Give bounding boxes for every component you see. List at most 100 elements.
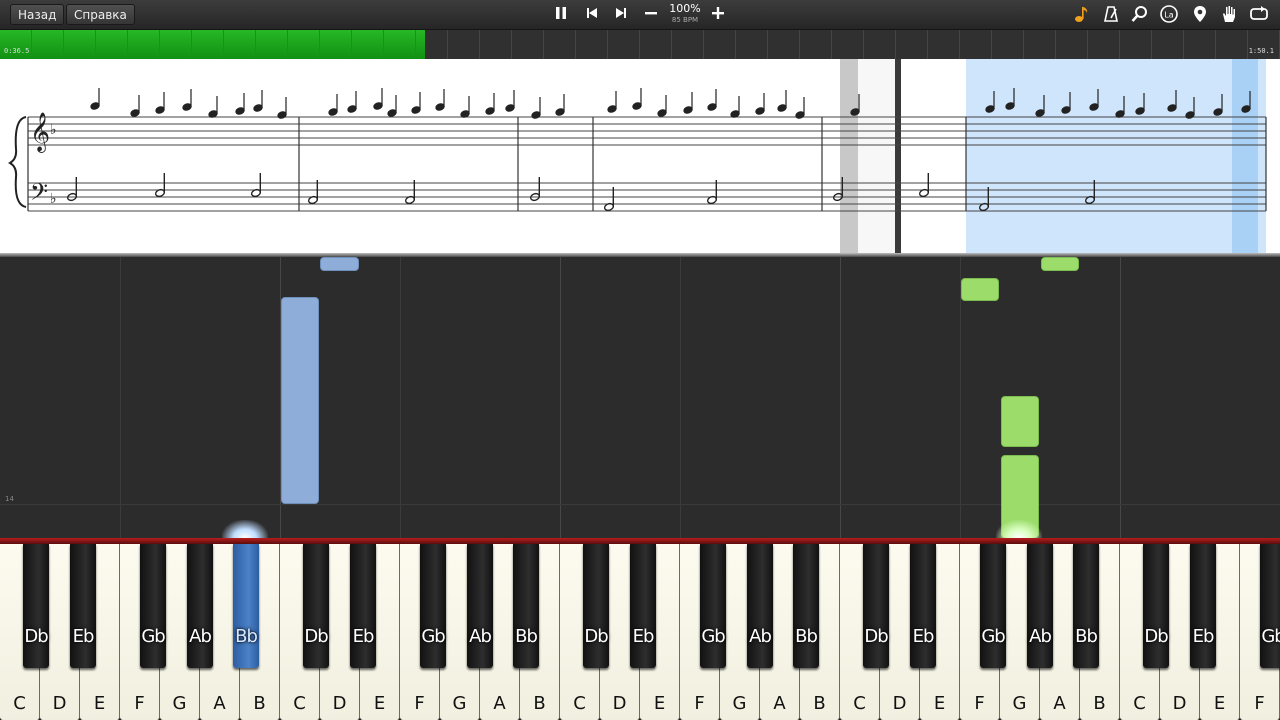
note-bar-right-hand — [1001, 396, 1039, 447]
pause-icon[interactable] — [551, 5, 571, 25]
magnifier-icon[interactable] — [1130, 5, 1150, 25]
key-label: Db — [1144, 626, 1168, 647]
key-label: B — [253, 693, 266, 714]
zoom-in-icon[interactable] — [708, 5, 728, 25]
piano-key-bb[interactable]: Bb — [233, 544, 259, 668]
song-progress-bar[interactable]: 0:36.5 1:50.1 — [0, 30, 1280, 59]
piano-key-db[interactable]: Db — [1143, 544, 1169, 668]
key-hit-sparkle — [996, 520, 1042, 538]
piano-key-bb[interactable]: Bb — [1073, 544, 1099, 668]
piano-key-ab[interactable]: Ab — [1027, 544, 1053, 668]
zoom-out-icon[interactable] — [641, 5, 661, 25]
note-bar-left-hand — [320, 257, 359, 271]
piano-key-gb[interactable]: Gb — [980, 544, 1006, 668]
key-label: Db — [864, 626, 888, 647]
key-label: G — [452, 693, 467, 714]
skip-forward-icon[interactable] — [611, 5, 631, 25]
key-label: D — [332, 693, 347, 714]
svg-text:♭: ♭ — [50, 191, 57, 207]
key-label: Eb — [352, 626, 375, 647]
piano-key-eb[interactable]: Eb — [630, 544, 656, 668]
key-label: Ab — [749, 626, 772, 647]
piano-key-eb[interactable]: Eb — [70, 544, 96, 668]
top-toolbar: Назад Справка 100% 85 BPM La — [0, 0, 1280, 30]
zoom-value: 100% — [669, 2, 701, 15]
key-label: Bb — [515, 626, 538, 647]
key-label: Gb — [1261, 626, 1280, 647]
piano-key-eb[interactable]: Eb — [910, 544, 936, 668]
key-label: E — [1213, 693, 1226, 714]
location-pin-icon[interactable] — [1190, 5, 1210, 25]
key-label: B — [533, 693, 546, 714]
hand-icon[interactable] — [1219, 5, 1239, 25]
piano-key-db[interactable]: Db — [583, 544, 609, 668]
sheet-music-panel: 𝄞 𝄢 ♭ ♭ — [0, 59, 1280, 253]
progress-fill — [0, 30, 425, 59]
key-label: F — [694, 693, 705, 714]
key-label: A — [1053, 693, 1066, 714]
synthesia-window: Назад Справка 100% 85 BPM La 0:36.5 1:50… — [0, 0, 1280, 720]
key-label: G — [1012, 693, 1027, 714]
key-label: F — [134, 693, 145, 714]
total-time: 1:50.1 — [1248, 47, 1274, 55]
key-label: Db — [584, 626, 608, 647]
back-button[interactable]: Назад — [10, 4, 65, 25]
key-label: G — [172, 693, 187, 714]
note-labels-icon[interactable]: La — [1159, 5, 1179, 25]
piano-key-gb[interactable]: Gb — [420, 544, 446, 668]
piano-key-db[interactable]: Db — [23, 544, 49, 668]
piano-key-eb[interactable]: Eb — [1190, 544, 1216, 668]
key-label: D — [52, 693, 67, 714]
help-button[interactable]: Справка — [66, 4, 135, 25]
note-bar-right-hand — [961, 278, 999, 301]
key-label: Eb — [912, 626, 935, 647]
svg-text:♭: ♭ — [50, 122, 57, 138]
piano-keyboard: C D E F G A B C D E F G A B C D E F G A B C D E F G A B C D E F Db Eb Gb A… — [0, 538, 1280, 720]
key-label: A — [493, 693, 506, 714]
key-label: C — [1133, 693, 1146, 714]
svg-text:𝄢: 𝄢 — [30, 178, 48, 211]
key-hit-sparkle — [222, 520, 268, 538]
piano-key-bb[interactable]: Bb — [513, 544, 539, 668]
key-label: Bb — [795, 626, 818, 647]
svg-text:La: La — [1164, 11, 1173, 20]
key-label: C — [293, 693, 306, 714]
key-label: F — [1254, 693, 1265, 714]
key-label: C — [573, 693, 586, 714]
key-label: F — [974, 693, 985, 714]
piano-key-eb[interactable]: Eb — [350, 544, 376, 668]
piano-key-db[interactable]: Db — [303, 544, 329, 668]
key-label: Gb — [141, 626, 165, 647]
key-label: Gb — [701, 626, 725, 647]
key-label: A — [773, 693, 786, 714]
key-label: Eb — [1192, 626, 1215, 647]
piano-key-gb[interactable]: Gb — [140, 544, 166, 668]
piano-key-gb[interactable]: Gb — [1260, 544, 1280, 668]
key-label: Gb — [421, 626, 445, 647]
piano-key-bb[interactable]: Bb — [793, 544, 819, 668]
piano-key-ab[interactable]: Ab — [187, 544, 213, 668]
falling-notes-area: 14 — [0, 257, 1280, 538]
skip-back-icon[interactable] — [582, 5, 602, 25]
metronome-icon[interactable] — [1101, 5, 1121, 25]
key-label: Ab — [1029, 626, 1052, 647]
key-label: Ab — [469, 626, 492, 647]
key-label: Db — [304, 626, 328, 647]
note-bar-right-hand — [1041, 257, 1079, 271]
key-label: D — [1172, 693, 1187, 714]
piano-key-ab[interactable]: Ab — [467, 544, 493, 668]
piano-key-gb[interactable]: Gb — [700, 544, 726, 668]
key-label: A — [213, 693, 226, 714]
tempo-display: 100% 85 BPM — [664, 3, 706, 25]
piano-key-db[interactable]: Db — [863, 544, 889, 668]
key-label: B — [813, 693, 826, 714]
key-label: C — [13, 693, 26, 714]
key-label: C — [853, 693, 866, 714]
music-note-icon[interactable] — [1072, 5, 1092, 25]
key-label: E — [373, 693, 386, 714]
piano-key-ab[interactable]: Ab — [747, 544, 773, 668]
loop-icon[interactable] — [1249, 5, 1269, 25]
key-label: E — [93, 693, 106, 714]
measure-number: 14 — [5, 495, 14, 503]
sheet-music-score: 𝄞 𝄢 ♭ ♭ — [7, 59, 1267, 253]
